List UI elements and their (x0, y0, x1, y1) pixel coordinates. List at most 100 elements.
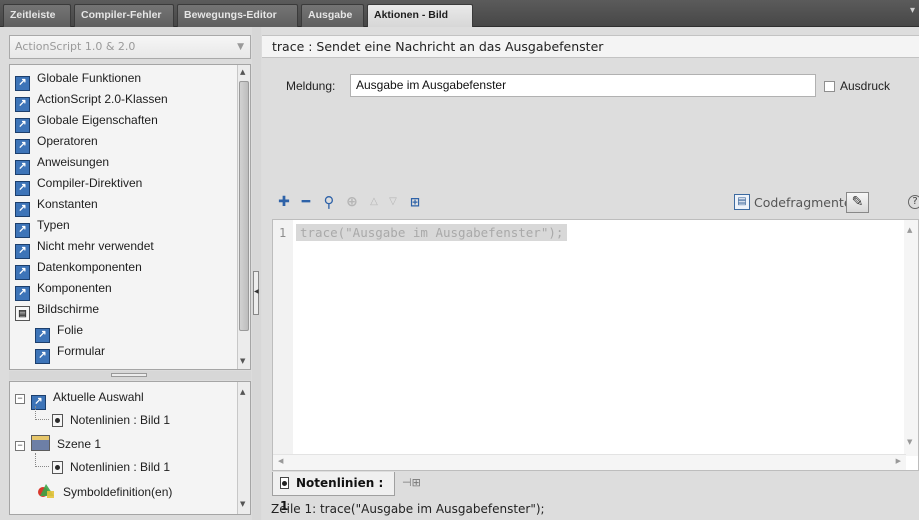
toolbox-item-nicht-mehr-verwendet[interactable]: ↗ Nicht mehr verwendet (15, 236, 154, 259)
panel-splitter[interactable]: ◀ (252, 27, 261, 520)
keyframe-icon (52, 461, 63, 474)
toolbox-item-label: Nicht mehr verwendet (37, 239, 154, 253)
script-assist-wand-icon[interactable]: ✎ (846, 192, 869, 213)
toolbox-item-konstanten[interactable]: ↗ Konstanten (15, 194, 98, 217)
ausdruck-label: Ausdruck (840, 79, 891, 93)
nav-item-szene-1[interactable]: − Szene 1 (15, 435, 101, 455)
collapse-panel-icon[interactable]: ◀ (253, 271, 259, 315)
toolbox-scroll-thumb[interactable] (239, 81, 249, 331)
toolbox-item-label: Anweisungen (37, 155, 110, 169)
toolbox-item-folie[interactable]: ↗ Folie (35, 320, 84, 343)
panel-tab-bar: Zeitleiste Compiler-Fehler Bewegungs-Edi… (0, 0, 919, 27)
toolbox-item-datenkomponenten[interactable]: ↗ Datenkomponenten (15, 257, 142, 280)
tree-connector (35, 453, 49, 467)
keyframe-icon (52, 414, 63, 427)
nav-item-notenlinien-bild-1[interactable]: Notenlinien : Bild 1 (52, 411, 170, 431)
toolbox-item-label: Folie (57, 323, 84, 337)
collapse-icon[interactable]: − (15, 441, 25, 451)
tab-aktionen-bild[interactable]: Aktionen - Bild (367, 4, 473, 27)
script-tab[interactable]: Notenlinien : 1 (272, 472, 395, 513)
add-statement-icon[interactable]: ✚ (274, 193, 294, 211)
panel-menu-icon[interactable]: ▾ (910, 5, 915, 16)
chevron-down-icon: ▼ (237, 42, 244, 52)
toolbox-item-label: Bildschirme (37, 302, 100, 316)
toolbox-item-typen[interactable]: ↗ Typen (15, 215, 70, 238)
find-icon[interactable]: ⚲ (319, 193, 339, 211)
language-select-value: ActionScript 1.0 & 2.0 (15, 40, 136, 53)
toolbox-item-globale-eigenschaften[interactable]: ↗ Globale Eigenschaften (15, 110, 158, 133)
command-description: trace : Sendet eine Nachricht an das Aus… (262, 35, 919, 58)
toolbox-item-label: Compiler-Direktiven (37, 176, 143, 190)
line-gutter (273, 220, 293, 470)
tab-bewegungs-editor[interactable]: Bewegungs-Editor (177, 4, 298, 27)
scroll-down-icon[interactable]: ▼ (240, 500, 245, 508)
meldung-input[interactable]: Ausgabe im Ausgabefenster (350, 74, 816, 97)
toolbox-item-compiler-direktiven[interactable]: ↗ Compiler-Direktiven (15, 173, 143, 196)
move-up-icon[interactable]: △ (364, 193, 384, 211)
code-fragments-label[interactable]: Codefragmente (754, 195, 852, 210)
tree-connector (35, 406, 49, 420)
splitter-grip[interactable] (111, 373, 147, 377)
toolbox-splitter[interactable] (9, 371, 251, 380)
symbols-shapes-icon (37, 483, 56, 499)
actions-toolbox: ↗ Globale Funktionen ↗ ActionScript 2.0-Kl… (9, 64, 251, 370)
toolbox-item-formular[interactable]: ↗ Formular (35, 341, 106, 364)
scroll-up-icon[interactable]: ▲ (240, 68, 245, 76)
toolbox-item-label: Typen (37, 218, 70, 232)
navigator-scrollbar[interactable]: ▲ ▼ (237, 382, 250, 514)
tab-zeitleiste[interactable]: Zeitleiste (3, 4, 71, 27)
scroll-left-icon[interactable]: ◀ (278, 457, 283, 465)
delete-statement-icon[interactable]: ━ (296, 193, 316, 211)
toolbox-item-operatoren[interactable]: ↗ Operatoren (15, 131, 98, 154)
script-toolbar: ✚ ━ ⚲ ⊕ △ ▽ ⊞ ▤ Codefragmente ✎ ? (262, 191, 919, 215)
nav-item-notenlinien-bild-1-scene[interactable]: Notenlinien : Bild 1 (52, 458, 170, 478)
actions-editor-panel: trace : Sendet eine Nachricht an das Aus… (262, 27, 919, 520)
code-line[interactable]: trace("Ausgabe im Ausgabefenster"); (296, 224, 568, 241)
scroll-down-icon[interactable]: ▼ (240, 357, 245, 365)
nav-item-label: Szene 1 (57, 437, 102, 451)
pin-script-icon[interactable]: ⊣⊞ (402, 476, 421, 489)
toolbox-item-as2-klassen[interactable]: ↗ ActionScript 2.0-Klassen (15, 89, 168, 112)
scroll-right-icon[interactable]: ▶ (896, 457, 901, 465)
toolbox-item-label: Operatoren (37, 134, 98, 148)
toolbox-item-bildschirme[interactable]: ▤ Bildschirme (15, 299, 100, 321)
editor-vertical-scrollbar[interactable]: ▲ ▼ (904, 220, 918, 456)
collapse-icon[interactable]: − (15, 394, 25, 404)
nav-item-label: Aktuelle Auswahl (53, 390, 144, 404)
tab-compiler-fehler[interactable]: Compiler-Fehler (74, 4, 174, 27)
nav-item-label: Notenlinien : Bild 1 (70, 460, 171, 474)
meldung-label: Meldung: (286, 79, 336, 93)
toolbox-item-globale-funktionen[interactable]: ↗ Globale Funktionen (15, 68, 142, 91)
status-line: Zeile 1: trace("Ausgabe im Ausgabefenste… (271, 502, 545, 516)
toolbox-item-label: Formular (57, 344, 106, 358)
toolbox-item-anweisungen[interactable]: ↗ Anweisungen (15, 152, 110, 175)
toolbox-item-label: ActionScript 2.0-Klassen (37, 92, 168, 106)
toolbox-item-label: Globale Funktionen (37, 71, 142, 85)
toolbox-item-label: Datenkomponenten (37, 260, 142, 274)
insert-icon[interactable]: ⊞ (405, 193, 425, 211)
code-editor[interactable]: 1 trace("Ausgabe im Ausgabefenster"); ▲ … (272, 219, 919, 471)
move-down-icon[interactable]: ▽ (383, 193, 403, 211)
toolbox-item-label: Konstanten (37, 197, 98, 211)
toolbox-item-label: Komponenten (37, 281, 112, 295)
nav-item-symboldefinitionen[interactable]: Symboldefinition(en) (37, 483, 172, 503)
nav-item-aktuelle-auswahl[interactable]: − ↗ Aktuelle Auswahl (15, 388, 144, 410)
help-icon[interactable]: ? (908, 195, 919, 209)
scroll-down-icon[interactable]: ▼ (907, 438, 912, 446)
language-select[interactable]: ActionScript 1.0 & 2.0 ▼ (9, 35, 251, 59)
scroll-up-icon[interactable]: ▲ (907, 226, 912, 234)
toolbox-item-komponenten[interactable]: ↗ Komponenten (15, 278, 112, 301)
code-fragments-icon[interactable]: ▤ (734, 194, 750, 210)
toolbox-scrollbar[interactable]: ▲ ▼ (237, 65, 250, 369)
scroll-up-icon[interactable]: ▲ (240, 388, 245, 396)
script-navigator: − ↗ Aktuelle Auswahl Notenlinien : Bild 1 … (9, 381, 251, 515)
nav-item-label: Symboldefinition(en) (63, 485, 173, 499)
target-path-icon[interactable]: ⊕ (342, 193, 362, 211)
toolbox-item-label: Globale Eigenschaften (37, 113, 158, 127)
keyframe-icon (280, 477, 289, 489)
nav-item-label: Notenlinien : Bild 1 (70, 413, 171, 427)
ausdruck-checkbox[interactable] (824, 81, 835, 92)
tab-ausgabe[interactable]: Ausgabe (301, 4, 364, 27)
editor-horizontal-scrollbar[interactable]: ◀ ▶ (273, 454, 906, 470)
book-arrow-icon: ↗ (35, 349, 50, 364)
